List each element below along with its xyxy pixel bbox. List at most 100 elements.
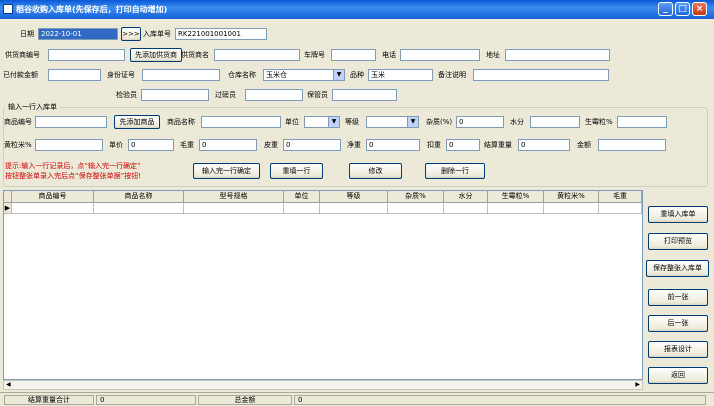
date-label: 日期 [20, 30, 34, 38]
table-cell[interactable] [94, 203, 184, 214]
variety-input[interactable]: 玉米 [368, 69, 433, 81]
id-number-label: 身份证号 [107, 71, 135, 79]
chevron-down-icon[interactable]: ▼ [407, 117, 418, 127]
total-amount-label: 总金额 [198, 395, 292, 405]
warehouse-value: 玉米仓 [266, 71, 287, 79]
phone-label: 电话 [382, 51, 396, 59]
col-header-mildew[interactable]: 生霉粒% [488, 191, 544, 203]
mildew-input[interactable] [617, 116, 667, 128]
col-header-yellow-rice[interactable]: 黄粒米% [544, 191, 599, 203]
horizontal-scrollbar[interactable]: ◀ ▶ [3, 380, 643, 390]
table-cell[interactable] [320, 203, 388, 214]
prev-button[interactable]: 前一张 [648, 289, 708, 306]
deduct-weight-label: 扣重 [427, 141, 441, 149]
entry-grid[interactable]: 商品编号 商品名称 型号规格 单位 等级 杂质% 水分 生霉粒% 黄粒米% 毛重… [3, 190, 643, 380]
moisture-input[interactable] [530, 116, 580, 128]
unit-select[interactable]: ▼ [304, 116, 340, 128]
next-button[interactable]: 后一张 [648, 315, 708, 332]
date-input[interactable]: 2022-10-01 [38, 28, 118, 40]
confirm-row-button[interactable]: 输入完一行确定 [193, 163, 260, 179]
settle-weight-input[interactable]: 0 [518, 139, 570, 151]
scroll-left-icon[interactable]: ◀ [6, 381, 11, 389]
supplier-name-input[interactable] [214, 49, 300, 61]
entry-no-label: 入库单号 [143, 30, 171, 38]
col-header-moisture[interactable]: 水分 [444, 191, 488, 203]
print-preview-button[interactable]: 打印预览 [648, 233, 708, 250]
product-code-input[interactable] [35, 116, 107, 128]
yellow-rice-input[interactable] [35, 139, 103, 151]
amount-input[interactable] [598, 139, 666, 151]
col-header-impurity[interactable]: 杂质% [388, 191, 444, 203]
deduct-weight-input[interactable]: 0 [446, 139, 480, 151]
col-header-grade[interactable]: 等级 [320, 191, 388, 203]
title-bar: 稻谷收购入库单(先保存后，打印自动增加) _ □ × [0, 0, 714, 19]
refill-entry-button[interactable]: 重填入库单 [648, 206, 708, 223]
save-all-button[interactable]: 保存整张入库单 [646, 260, 709, 277]
minimize-button[interactable]: _ [658, 2, 673, 16]
col-header-product-code[interactable]: 商品编号 [12, 191, 94, 203]
row-indicator-icon[interactable]: ▶ [4, 203, 12, 214]
col-header-product-name[interactable]: 商品名称 [94, 191, 184, 203]
add-product-button[interactable]: 先添加商品 [114, 115, 160, 129]
back-button[interactable]: 返回 [648, 367, 708, 384]
col-header-spec[interactable]: 型号规格 [184, 191, 284, 203]
price-label: 单价 [109, 141, 123, 149]
moisture-label: 水分 [510, 118, 524, 126]
keeper-label: 保管员 [307, 91, 328, 99]
impurity-input[interactable]: 0 [456, 116, 504, 128]
table-cell[interactable] [12, 203, 94, 214]
grade-label: 等级 [345, 118, 359, 126]
supplier-code-input[interactable] [48, 49, 125, 61]
grade-select[interactable]: ▼ [366, 116, 419, 128]
reset-row-button[interactable]: 重填一行 [270, 163, 323, 179]
keeper-input[interactable] [332, 89, 397, 101]
tare-weight-input[interactable]: 0 [283, 139, 341, 151]
unit-label: 单位 [285, 118, 299, 126]
settle-total-label: 结算重量合计 [4, 395, 94, 405]
inspector-input[interactable] [141, 89, 209, 101]
warehouse-select[interactable]: 玉米仓 ▼ [263, 69, 345, 81]
modify-button[interactable]: 修改 [349, 163, 402, 179]
total-amount-value: 0 [294, 395, 706, 405]
address-input[interactable] [505, 49, 610, 61]
table-cell[interactable] [444, 203, 488, 214]
col-header-gross[interactable]: 毛重 [599, 191, 642, 203]
settle-weight-label: 结算重量 [484, 141, 512, 149]
phone-input[interactable] [400, 49, 480, 61]
yellow-rice-label: 黄粒米% [4, 141, 32, 149]
add-supplier-button[interactable]: 先添加供货商 [130, 48, 182, 62]
impurity-label: 杂质(%) [426, 118, 453, 126]
inspector-label: 检验员 [116, 91, 137, 99]
entry-no-input[interactable]: RK221001001001 [175, 28, 267, 40]
entry-group-title: 输入一行入库单 [6, 102, 59, 112]
date-picker-button[interactable]: >>> [121, 27, 141, 41]
report-design-button[interactable]: 报表设计 [648, 341, 708, 358]
product-code-label: 商品编号 [4, 118, 32, 126]
table-cell[interactable] [599, 203, 642, 214]
weigher-label: 过磅员 [215, 91, 236, 99]
variety-label: 品种 [350, 71, 364, 79]
product-name-input[interactable] [201, 116, 281, 128]
chevron-down-icon[interactable]: ▼ [333, 70, 344, 80]
plate-input[interactable] [331, 49, 376, 61]
net-weight-input[interactable]: 0 [366, 139, 420, 151]
table-cell[interactable] [184, 203, 284, 214]
id-number-input[interactable] [142, 69, 220, 81]
maximize-button[interactable]: □ [675, 2, 690, 16]
table-cell[interactable] [284, 203, 320, 214]
scroll-right-icon[interactable]: ▶ [635, 381, 640, 389]
close-button[interactable]: × [692, 2, 707, 16]
paid-amount-input[interactable] [48, 69, 101, 81]
weigher-input[interactable] [245, 89, 303, 101]
remark-label: 备注说明 [438, 71, 466, 79]
chevron-down-icon[interactable]: ▼ [328, 117, 339, 127]
gross-weight-input[interactable]: 0 [199, 139, 257, 151]
price-input[interactable]: 0 [128, 139, 174, 151]
table-cell[interactable] [544, 203, 599, 214]
remark-input[interactable] [473, 69, 609, 81]
grid-corner [4, 191, 12, 203]
delete-row-button[interactable]: 删除一行 [425, 163, 485, 179]
table-cell[interactable] [388, 203, 444, 214]
table-cell[interactable] [488, 203, 544, 214]
col-header-unit[interactable]: 单位 [284, 191, 320, 203]
